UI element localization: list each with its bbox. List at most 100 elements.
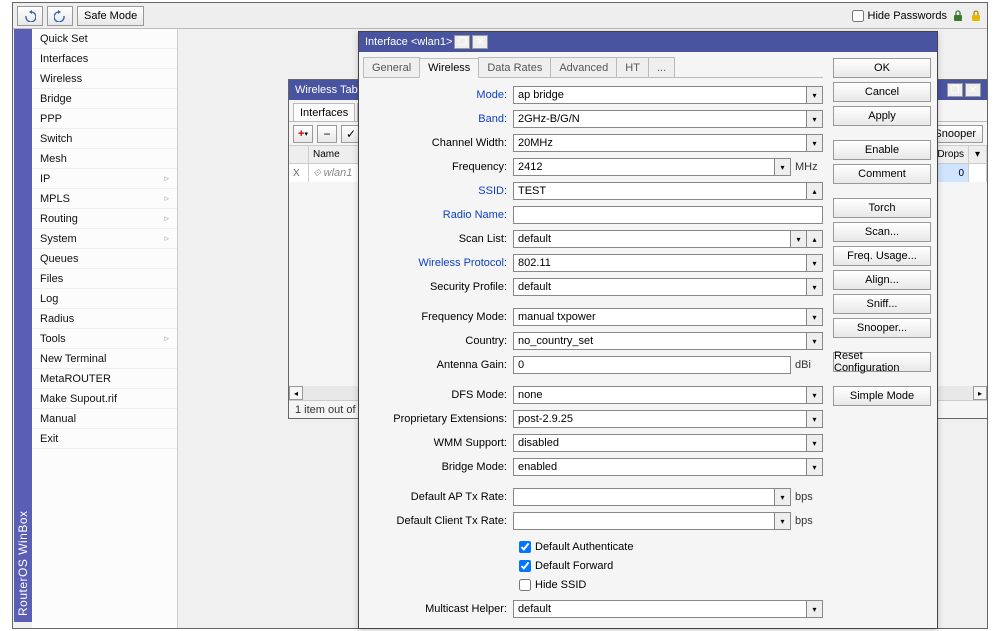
reset-configuration-button[interactable]: Reset Configuration: [833, 352, 931, 372]
comment-button[interactable]: Comment: [833, 164, 931, 184]
sidebar-item-ppp[interactable]: PPP: [32, 109, 177, 129]
band-input[interactable]: 2GHz-B/G/N: [513, 110, 807, 128]
sidebar-item-exit[interactable]: Exit: [32, 429, 177, 449]
tab-general[interactable]: General: [363, 57, 420, 77]
scroll-right-icon[interactable]: ▸: [973, 386, 987, 400]
simple-mode-button[interactable]: Simple Mode: [833, 386, 931, 406]
collapse-icon[interactable]: ▴: [807, 230, 823, 248]
aptx-input[interactable]: [513, 488, 775, 506]
remove-button[interactable]: −: [317, 125, 337, 143]
apply-button[interactable]: Apply: [833, 106, 931, 126]
sidebar-item-quick-set[interactable]: Quick Set: [32, 29, 177, 49]
sidebar-item-system[interactable]: System▹: [32, 229, 177, 249]
col-flag[interactable]: [289, 146, 309, 163]
sidebar-item-files[interactable]: Files: [32, 269, 177, 289]
fmode-input[interactable]: manual txpower: [513, 308, 807, 326]
dfs-input[interactable]: none: [513, 386, 807, 404]
sidebar-item-tools[interactable]: Tools▹: [32, 329, 177, 349]
chwidth-input[interactable]: 20MHz: [513, 134, 807, 152]
tab-advanced[interactable]: Advanced: [550, 57, 617, 77]
enable-button[interactable]: Enable: [833, 140, 931, 160]
sidebar-item-metarouter[interactable]: MetaROUTER: [32, 369, 177, 389]
expand-icon[interactable]: ▾: [775, 512, 791, 530]
prop-input[interactable]: post-2.9.25: [513, 410, 807, 428]
sidebar-item-new-terminal[interactable]: New Terminal: [32, 349, 177, 369]
ok-button[interactable]: OK: [833, 58, 931, 78]
cancel-button[interactable]: Cancel: [833, 82, 931, 102]
sidebar-item-ip[interactable]: IP▹: [32, 169, 177, 189]
mcast-input[interactable]: default: [513, 600, 807, 618]
dropdown-icon[interactable]: ▾: [807, 332, 823, 350]
tab-interfaces[interactable]: Interfaces: [293, 103, 355, 121]
freq-usage-button[interactable]: Freq. Usage...: [833, 246, 931, 266]
sidebar-item-mesh[interactable]: Mesh: [32, 149, 177, 169]
scroll-left-icon[interactable]: ◂: [289, 386, 303, 400]
gain-input[interactable]: 0: [513, 356, 791, 374]
dropdown-icon[interactable]: ▾: [807, 600, 823, 618]
mode-input[interactable]: ap bridge: [513, 86, 807, 104]
wmm-input[interactable]: disabled: [513, 434, 807, 452]
dropdown-icon[interactable]: ▾: [807, 308, 823, 326]
dropdown-icon[interactable]: ▾: [807, 386, 823, 404]
dropdown-icon[interactable]: ▾: [775, 158, 791, 176]
freq-label: Frequency:: [363, 161, 513, 173]
tab-ht[interactable]: HT: [616, 57, 649, 77]
sidebar-item-manual[interactable]: Manual: [32, 409, 177, 429]
add-button[interactable]: +▾: [293, 125, 313, 143]
country-input[interactable]: no_country_set: [513, 332, 807, 350]
cltx-input[interactable]: [513, 512, 775, 530]
proto-input[interactable]: 802.11: [513, 254, 807, 272]
tab-wireless[interactable]: Wireless: [419, 58, 479, 78]
cltx-unit: bps: [791, 515, 823, 527]
restore-icon[interactable]: ❐: [947, 83, 963, 97]
dropdown-icon[interactable]: ▾: [807, 458, 823, 476]
sidebar-item-interfaces[interactable]: Interfaces: [32, 49, 177, 69]
hide-passwords-check[interactable]: [852, 10, 864, 22]
sidebar-item-routing[interactable]: Routing▹: [32, 209, 177, 229]
dropdown-icon[interactable]: ▾: [807, 278, 823, 296]
sidebar-item-bridge[interactable]: Bridge: [32, 89, 177, 109]
dropdown-icon[interactable]: ▾: [807, 134, 823, 152]
sidebar-item-make-supout[interactable]: Make Supout.rif: [32, 389, 177, 409]
sniff-button[interactable]: Sniff...: [833, 294, 931, 314]
default-authenticate-checkbox[interactable]: [519, 541, 531, 553]
sidebar-item-wireless[interactable]: Wireless: [32, 69, 177, 89]
sec-input[interactable]: default: [513, 278, 807, 296]
collapse-icon[interactable]: ▴: [807, 182, 823, 200]
default-forward-checkbox[interactable]: [519, 560, 531, 572]
dropdown-icon[interactable]: ▾: [807, 410, 823, 428]
undo-button[interactable]: [17, 6, 43, 26]
snooper-button[interactable]: Snooper...: [833, 318, 931, 338]
col-sort-icon[interactable]: ▾: [969, 146, 987, 163]
dropdown-icon[interactable]: ▾: [807, 86, 823, 104]
sidebar-item-switch[interactable]: Switch: [32, 129, 177, 149]
scan-input[interactable]: default: [513, 230, 791, 248]
expand-icon[interactable]: ▾: [775, 488, 791, 506]
close-icon[interactable]: ✕: [965, 83, 981, 97]
freq-input[interactable]: 2412: [513, 158, 775, 176]
align-button[interactable]: Align...: [833, 270, 931, 290]
sidebar-item-label: Log: [40, 293, 169, 305]
sidebar-item-log[interactable]: Log: [32, 289, 177, 309]
redo-button[interactable]: [47, 6, 73, 26]
hide-ssid-checkbox[interactable]: [519, 579, 531, 591]
tab-more[interactable]: ...: [648, 57, 675, 77]
sidebar-item-queues[interactable]: Queues: [32, 249, 177, 269]
dropdown-icon[interactable]: ▾: [807, 434, 823, 452]
dialog-title-bar[interactable]: Interface <wlan1> ❐ ✕: [359, 32, 937, 52]
radio-input[interactable]: [513, 206, 823, 224]
dropdown-icon[interactable]: ▾: [791, 230, 807, 248]
scan-button[interactable]: Scan...: [833, 222, 931, 242]
dropdown-icon[interactable]: ▾: [807, 110, 823, 128]
dropdown-icon[interactable]: ▾: [807, 254, 823, 272]
sidebar-item-radius[interactable]: Radius: [32, 309, 177, 329]
safe-mode-button[interactable]: Safe Mode: [77, 6, 144, 26]
restore-icon[interactable]: ❐: [454, 35, 470, 49]
ssid-input[interactable]: TEST: [513, 182, 807, 200]
bridge-input[interactable]: enabled: [513, 458, 807, 476]
torch-button[interactable]: Torch: [833, 198, 931, 218]
sidebar-item-mpls[interactable]: MPLS▹: [32, 189, 177, 209]
close-icon[interactable]: ✕: [472, 35, 488, 49]
hide-passwords-checkbox[interactable]: Hide Passwords: [852, 10, 947, 22]
tab-data-rates[interactable]: Data Rates: [478, 57, 551, 77]
